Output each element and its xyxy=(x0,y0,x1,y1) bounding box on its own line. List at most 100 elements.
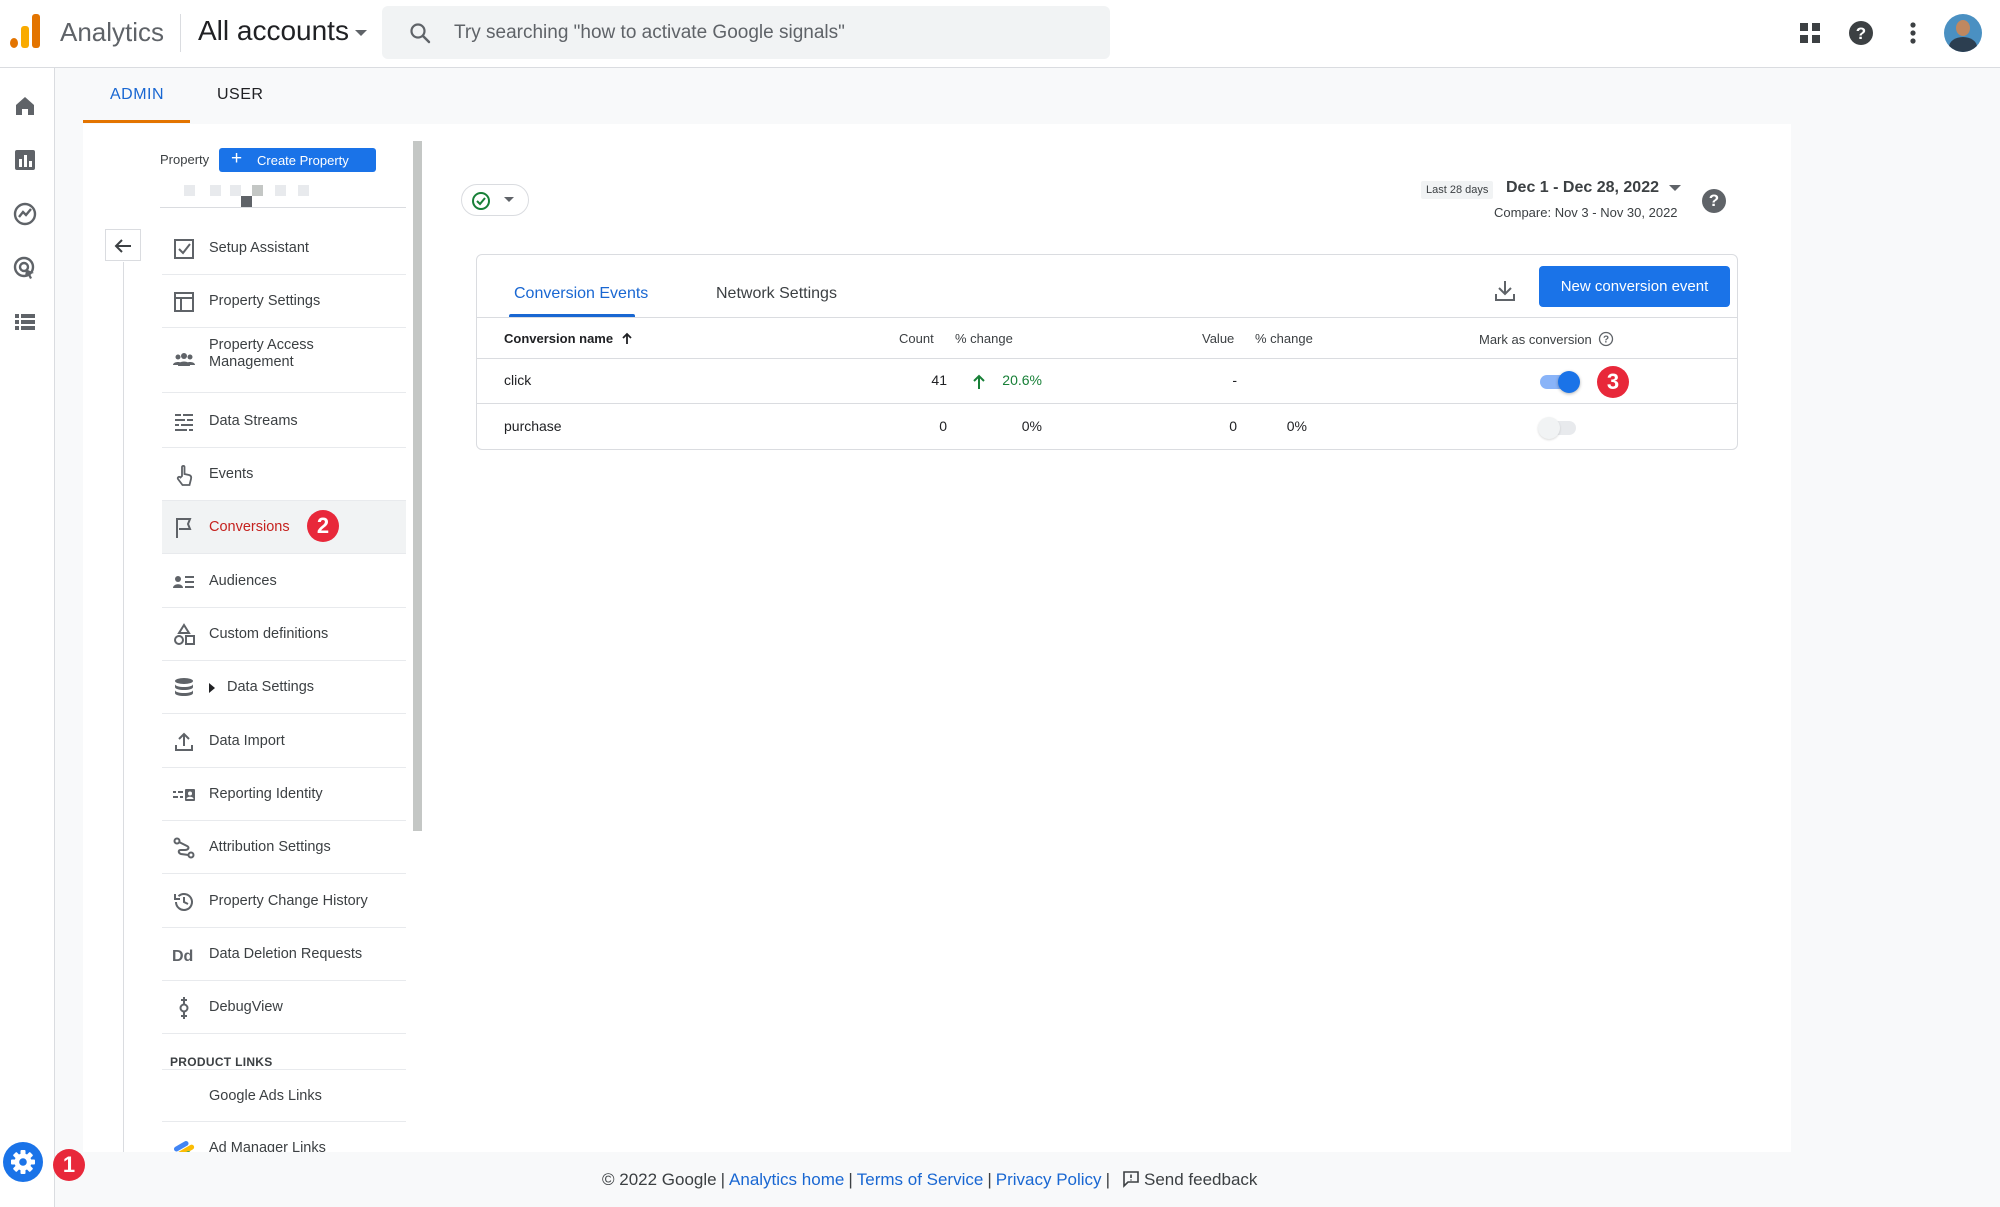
data-quality-status-chip[interactable] xyxy=(461,184,529,216)
sidebar-item-data-settings[interactable]: Data Settings xyxy=(162,661,406,714)
sidebar-item-label: Property Change History xyxy=(209,893,368,909)
divider xyxy=(180,14,181,52)
help-icon[interactable]: ? xyxy=(1702,189,1726,213)
back-button[interactable] xyxy=(105,229,141,261)
date-range-picker[interactable]: Dec 1 - Dec 28, 2022 xyxy=(1506,179,1681,197)
conversions-card: Conversion Events Network Settings New c… xyxy=(476,254,1738,450)
sidebar-item-label: Data Deletion Requests xyxy=(209,946,363,962)
dd-icon: Dd xyxy=(172,948,193,965)
analytics-logo-icon[interactable] xyxy=(10,14,40,48)
sidebar-item-label: Custom definitions xyxy=(209,626,329,642)
tab-conversion-events[interactable]: Conversion Events xyxy=(514,285,648,303)
more-vert-icon[interactable] xyxy=(1898,18,1928,48)
tab-user[interactable]: USER xyxy=(217,86,263,104)
sidebar-item-setup-assistant[interactable]: Setup Assistant xyxy=(162,222,406,275)
debug-icon xyxy=(179,997,189,1019)
col-header-value: Value xyxy=(1202,331,1235,346)
value-change: 0% xyxy=(1286,418,1307,434)
reports-icon[interactable] xyxy=(12,147,38,173)
configure-icon[interactable] xyxy=(12,309,38,335)
history-icon xyxy=(174,893,193,911)
sidebar-item-property-settings[interactable]: Property Settings xyxy=(162,275,406,328)
layout-icon xyxy=(174,292,194,312)
search-bar[interactable] xyxy=(382,6,1110,59)
arrow-back-icon xyxy=(114,239,131,253)
col-header-mark-as-conversion: Mark as conversion ? xyxy=(1479,331,1614,347)
count-change: 20.6% xyxy=(1002,372,1042,388)
download-icon[interactable] xyxy=(1489,275,1521,307)
top-bar: Analytics All accounts ? xyxy=(0,0,2000,68)
privacy-policy-link[interactable]: Privacy Policy xyxy=(996,1170,1102,1189)
account-selector-label: All accounts xyxy=(198,15,349,46)
col-header-conversion-name[interactable]: Conversion name xyxy=(504,331,633,346)
mark-as-conversion-toggle[interactable] xyxy=(1538,416,1580,439)
help-icon[interactable]: ? xyxy=(1846,18,1876,48)
sidebar-item-property-access-management[interactable]: Property Access Management xyxy=(162,328,406,393)
sidebar-item-google-ads-links[interactable]: Google Ads Links xyxy=(162,1069,406,1122)
feedback-icon xyxy=(1123,1171,1139,1188)
sidebar-item-label: Data Settings xyxy=(227,679,315,695)
col-header-count: Count xyxy=(899,331,934,346)
sidebar-item-events[interactable]: Events xyxy=(162,448,406,501)
footer: © 2022 Google | Analytics home | Terms of Se… xyxy=(602,1170,1258,1189)
copyright: © 2022 Google xyxy=(602,1170,717,1189)
plus-icon: + xyxy=(231,148,243,169)
flag-icon xyxy=(176,518,192,538)
checklist-icon xyxy=(174,239,194,259)
apps-grid-icon[interactable] xyxy=(1795,18,1825,48)
terms-of-service-link[interactable]: Terms of Service xyxy=(857,1170,984,1189)
explore-icon[interactable] xyxy=(12,201,38,227)
sidebar-item-data-deletion-requests[interactable]: Dd Data Deletion Requests xyxy=(162,928,406,981)
sidebar-item-attribution-settings[interactable]: Attribution Settings xyxy=(162,821,406,874)
sidebar-item-label: Reporting Identity xyxy=(209,786,323,802)
sidebar-item-property-change-history[interactable]: Property Change History xyxy=(162,875,406,928)
sidebar-item-label: Events xyxy=(209,466,254,482)
count-value: 41 xyxy=(931,372,947,388)
tab-admin[interactable]: ADMIN xyxy=(110,86,164,104)
admin-settings-button[interactable] xyxy=(3,1142,43,1182)
help-outline-icon[interactable]: ? xyxy=(1598,331,1614,347)
send-feedback-link[interactable]: Send feedback xyxy=(1144,1170,1257,1189)
conversion-name: click xyxy=(504,372,532,388)
tab-network-settings[interactable]: Network Settings xyxy=(716,285,837,303)
sidebar-item-label: Property Access Management xyxy=(209,337,314,370)
audience-icon xyxy=(173,576,194,588)
sidebar-item-ad-manager-links[interactable]: Ad Manager Links xyxy=(162,1122,406,1152)
shapes-icon xyxy=(174,623,195,645)
step-badge: 2 xyxy=(307,510,339,542)
compare-range: Compare: Nov 3 - Nov 30, 2022 xyxy=(1494,205,1678,220)
chevron-down-icon xyxy=(1669,184,1681,191)
sidebar-item-debugview[interactable]: DebugView xyxy=(162,981,406,1034)
account-selector[interactable]: All accounts xyxy=(198,15,367,47)
sidebar-item-data-streams[interactable]: Data Streams xyxy=(162,395,406,448)
sidebar-item-audiences[interactable]: Audiences xyxy=(162,555,406,608)
tab-indicator xyxy=(83,120,190,123)
svg-text:?: ? xyxy=(1856,24,1866,43)
search-input[interactable] xyxy=(454,16,1074,49)
chevron-down-icon xyxy=(504,197,514,202)
mark-as-conversion-toggle[interactable] xyxy=(1538,370,1580,393)
avatar[interactable] xyxy=(1944,14,1982,52)
conversion-name: purchase xyxy=(504,418,562,434)
arrow-up-icon xyxy=(622,332,632,344)
col-header-count-change: % change xyxy=(955,331,1013,346)
advertising-icon[interactable] xyxy=(12,255,38,281)
sidebar-item-label: Data Import xyxy=(209,733,285,749)
sidebar-item-conversions[interactable]: Conversions 2 xyxy=(162,501,406,554)
table-row: purchase 0 0% 0 0% xyxy=(477,405,1737,450)
check-circle-icon xyxy=(472,192,490,210)
value: 0 xyxy=(1229,418,1237,434)
sidebar-item-label: Conversions xyxy=(209,519,290,535)
create-property-button[interactable]: + Create Property xyxy=(219,148,376,172)
svg-text:?: ? xyxy=(1603,335,1609,346)
home-icon[interactable] xyxy=(12,93,38,119)
people-icon xyxy=(173,353,195,366)
sidebar-item-custom-definitions[interactable]: Custom definitions xyxy=(162,608,406,661)
sidebar-item-reporting-identity[interactable]: Reporting Identity xyxy=(162,768,406,821)
analytics-home-link[interactable]: Analytics home xyxy=(729,1170,844,1189)
sidebar-scrollbar[interactable] xyxy=(413,141,422,831)
sidebar-item-label: Ad Manager Links xyxy=(209,1140,326,1152)
sidebar-item-data-import[interactable]: Data Import xyxy=(162,715,406,768)
new-conversion-event-button[interactable]: New conversion event xyxy=(1539,266,1730,307)
step-badge: 1 xyxy=(53,1149,85,1181)
